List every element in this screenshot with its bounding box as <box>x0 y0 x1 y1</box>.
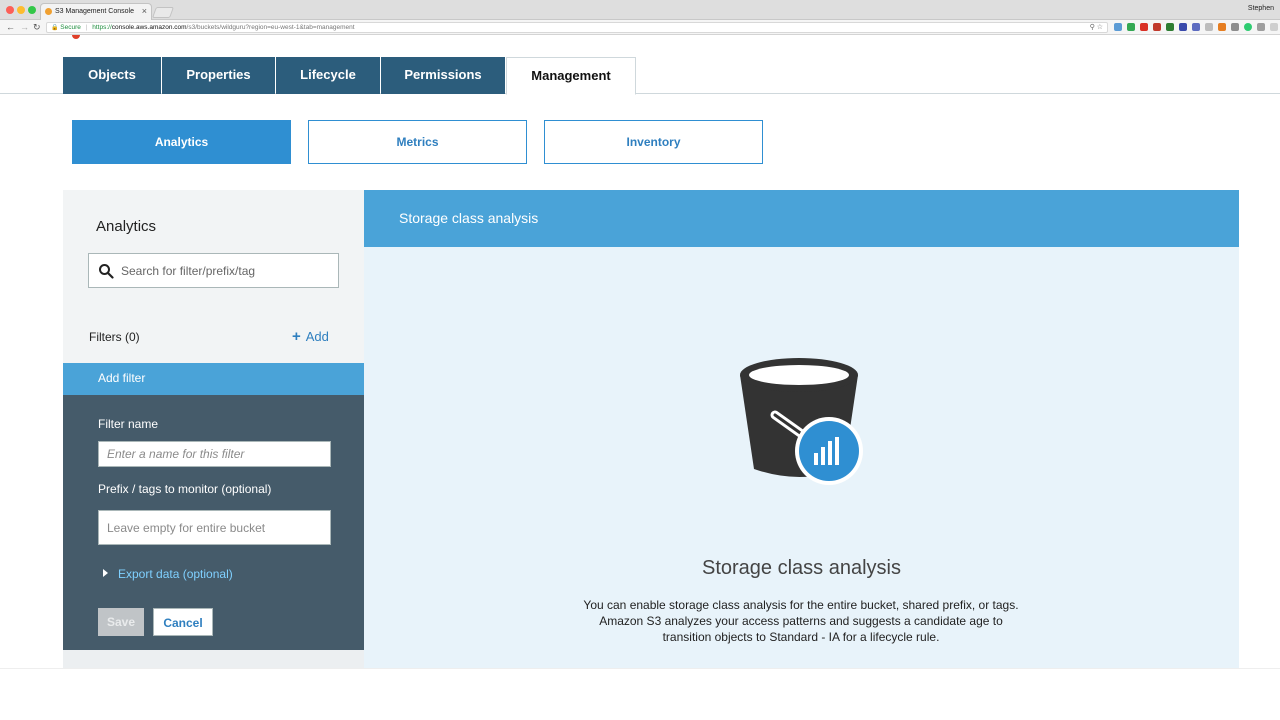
add-filter-heading: Add filter <box>63 363 364 395</box>
sidebar-title: Analytics <box>96 218 157 235</box>
url-separator: | <box>85 24 88 31</box>
prefix-tags-label: Prefix / tags to monitor (optional) <box>98 482 272 496</box>
subtab-analytics[interactable]: Analytics <box>72 120 291 164</box>
extension-icon[interactable] <box>1231 23 1239 31</box>
caret-right-icon <box>103 569 108 577</box>
s3-console-page: Objects Properties Lifecycle Permissions… <box>0 35 1280 668</box>
checkmark-icon[interactable] <box>1166 23 1174 31</box>
window-close-button[interactable] <box>6 6 14 14</box>
reload-icon[interactable]: ↻ <box>33 22 41 33</box>
url-host: console.aws.amazon.com <box>111 24 187 31</box>
window-minimize-button[interactable] <box>17 6 25 14</box>
url-path: /s3/buckets/wildguru?region=eu-west-1&ta… <box>186 24 355 31</box>
export-data-label: Export data (optional) <box>118 567 233 581</box>
aws-favicon-icon <box>45 8 52 15</box>
forward-arrow-icon[interactable]: → <box>20 22 29 33</box>
bucket-analytics-icon <box>740 358 863 485</box>
tab-close-icon[interactable]: × <box>142 4 147 19</box>
extension-icon[interactable] <box>1270 23 1278 31</box>
aws-logo-icon <box>72 35 80 39</box>
filters-count-label: Filters (0) <box>89 330 140 344</box>
extension-icon[interactable] <box>1127 23 1135 31</box>
back-arrow-icon[interactable]: ← <box>6 22 15 33</box>
tab-lifecycle[interactable]: Lifecycle <box>276 57 380 94</box>
search-input[interactable] <box>121 262 331 280</box>
extension-icon[interactable] <box>1205 23 1213 31</box>
add-filter-form: Filter name Prefix / tags to monitor (op… <box>63 395 364 650</box>
plus-icon: + <box>292 328 301 345</box>
subtab-inventory[interactable]: Inventory <box>544 120 763 164</box>
add-filter-link[interactable]: + Add <box>292 328 329 345</box>
url-protocol: https:// <box>92 24 112 31</box>
bookmark-star-icon[interactable]: ⚲ ☆ <box>1090 23 1103 33</box>
extension-icon[interactable] <box>1218 23 1226 31</box>
analytics-sidebar: Analytics Filters (0) + Add Add filter Fi… <box>63 190 364 668</box>
new-tab-button[interactable] <box>151 7 175 18</box>
lock-icon: 🔒 <box>51 25 59 31</box>
address-bar[interactable]: 🔒 Secure | https://console.aws.amazon.co… <box>46 22 1108 33</box>
prefix-tags-field[interactable] <box>98 510 331 545</box>
subtab-metrics[interactable]: Metrics <box>308 120 527 164</box>
filter-name-label: Filter name <box>98 417 159 431</box>
calendar-icon[interactable] <box>1153 23 1161 31</box>
extension-icon[interactable] <box>1244 23 1252 31</box>
empty-state-description: You can enable storage class analysis fo… <box>583 598 1019 644</box>
save-button[interactable]: Save <box>98 608 144 636</box>
window-zoom-button[interactable] <box>28 6 36 14</box>
cancel-button[interactable]: Cancel <box>153 608 213 636</box>
page-bottom-area <box>0 668 1280 720</box>
extension-icons <box>1114 23 1280 32</box>
add-filter-link-label: Add <box>305 329 329 344</box>
tab-management[interactable]: Management <box>506 57 636 95</box>
browser-toolbar: ← → ↻ 🔒 Secure | https://console.aws.ama… <box>0 20 1280 35</box>
filter-name-field[interactable] <box>98 441 331 467</box>
sidebar-footer <box>63 650 364 668</box>
filter-search-box[interactable] <box>88 253 339 288</box>
extension-icon[interactable] <box>1114 23 1122 31</box>
tab-permissions[interactable]: Permissions <box>381 57 505 94</box>
browser-tab[interactable]: S3 Management Console × <box>40 3 152 20</box>
storage-class-empty-state: Storage class analysis You can enable st… <box>364 247 1239 668</box>
export-data-toggle[interactable]: Export data (optional) <box>103 567 233 581</box>
secure-label: Secure <box>60 24 81 31</box>
gmail-icon[interactable] <box>1140 23 1148 31</box>
tab-objects[interactable]: Objects <box>63 57 161 94</box>
browser-tab-title: S3 Management Console <box>55 8 134 15</box>
profile-name[interactable]: Stephen <box>1248 5 1274 12</box>
extension-icon[interactable] <box>1179 23 1187 31</box>
extension-icon[interactable] <box>1192 23 1200 31</box>
empty-state-title: Storage class analysis <box>702 557 901 579</box>
search-icon <box>99 264 114 279</box>
storage-class-header: Storage class analysis <box>364 190 1239 247</box>
tab-properties[interactable]: Properties <box>162 57 275 94</box>
browser-titlebar: S3 Management Console × Stephen <box>0 0 1280 20</box>
extension-icon[interactable] <box>1257 23 1265 31</box>
